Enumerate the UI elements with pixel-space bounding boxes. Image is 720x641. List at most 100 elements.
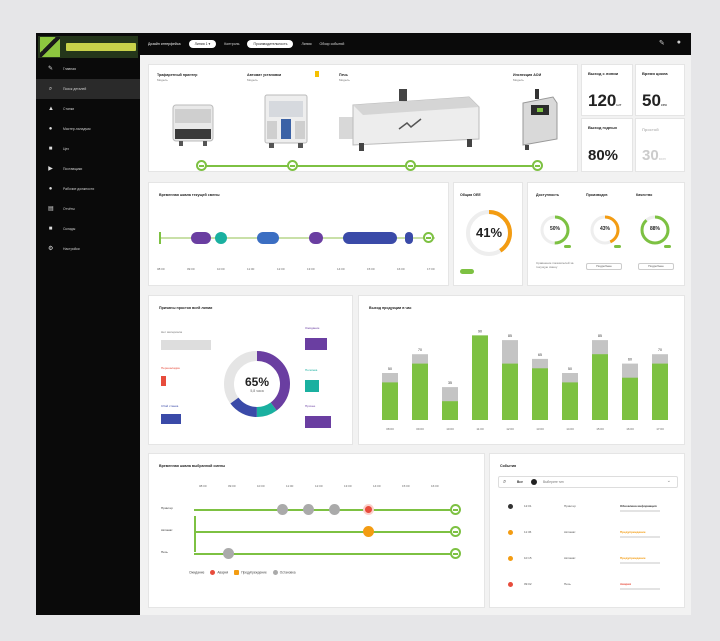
reflow-oven-image[interactable] bbox=[339, 87, 484, 153]
idle-event-icon[interactable] bbox=[277, 504, 288, 515]
row-end-icon[interactable] bbox=[450, 504, 461, 515]
timeline-tick: 12:00 bbox=[315, 484, 323, 488]
alarm-event-icon[interactable] bbox=[363, 504, 374, 515]
bar-data-label: 50 bbox=[388, 367, 392, 371]
notification-bell-icon[interactable]: ● bbox=[677, 39, 681, 47]
stat-downtime-card[interactable]: Простой 30мин bbox=[635, 118, 685, 172]
stat-output-card[interactable]: Выход с линии 120шт bbox=[581, 64, 633, 116]
row-track bbox=[194, 509, 456, 511]
event-row[interactable]: 12:01 Принтер Обновлена информация bbox=[502, 500, 678, 520]
x-tick-label: 17:00 bbox=[656, 427, 664, 431]
top-tab[interactable]: Линия bbox=[301, 42, 311, 46]
sidebar-item[interactable]: ⌕ Поиск деталей bbox=[36, 79, 140, 99]
stat-yield-card[interactable]: Выход годных 80% bbox=[581, 118, 633, 172]
top-tab[interactable]: Линия 1 ▾ bbox=[188, 40, 217, 48]
sidebar-item[interactable]: ■ Склады bbox=[36, 219, 140, 239]
row-end-icon[interactable] bbox=[450, 526, 461, 537]
search-icon[interactable]: ⌕ bbox=[503, 479, 506, 486]
timeline-end-icon[interactable] bbox=[423, 232, 434, 243]
company-logo[interactable] bbox=[38, 36, 138, 58]
stat-output-label: Выход с линии bbox=[588, 71, 619, 76]
event-row[interactable]: 09:02 Печь Авария bbox=[502, 578, 678, 598]
station-4-status-icon[interactable] bbox=[532, 160, 543, 171]
filter-type-icon[interactable] bbox=[531, 479, 537, 485]
machine-4-name: Инспекция АОИ bbox=[513, 73, 542, 77]
stat-cycle-card[interactable]: Время цикла 50сек bbox=[635, 64, 685, 116]
top-tab[interactable]: Обзор событий bbox=[319, 42, 344, 46]
event-row[interactable]: 10:15 Автомат Предупреждение bbox=[502, 552, 678, 572]
x-tick-label: 09:00 bbox=[416, 427, 424, 431]
downtime-bar bbox=[305, 380, 319, 392]
sidebar-item[interactable]: ▶ Поставщики bbox=[36, 159, 140, 179]
gauge-status-chip bbox=[614, 245, 621, 248]
bar-data-label: 70 bbox=[418, 348, 422, 352]
idle-event-icon[interactable] bbox=[329, 504, 340, 515]
sidebar-item[interactable]: ▤ Отчёты bbox=[36, 199, 140, 219]
top-tab[interactable]: Контроль bbox=[224, 42, 239, 46]
bar-good[interactable] bbox=[412, 363, 428, 420]
details-button[interactable]: Подробнее bbox=[586, 263, 622, 270]
station-2-status-icon[interactable] bbox=[287, 160, 298, 171]
details-button[interactable]: Подробнее bbox=[638, 263, 674, 270]
gauge-status-chip bbox=[564, 245, 571, 248]
dashboard-window: ✎ Главная ⌕ Поиск деталей ▲ Станки ● Мастер-нал… bbox=[36, 33, 691, 615]
logo-wordmark bbox=[66, 43, 136, 51]
bar-good[interactable] bbox=[592, 354, 608, 420]
timeline-tick: 13:00 bbox=[307, 267, 315, 271]
timeline-tick: 10:00 bbox=[217, 267, 225, 271]
top-tab[interactable]: Производительность bbox=[247, 40, 294, 48]
hourly-output-chart[interactable]: 50 08:00 70 09:00 35 10:00 90 11:00 85 12:00 65 13:… bbox=[359, 296, 686, 446]
station-3-status-icon[interactable] bbox=[405, 160, 416, 171]
sidebar-item[interactable]: ⚙ Настройки bbox=[36, 239, 140, 259]
factory-icon: ▲ bbox=[48, 105, 54, 112]
timeline-segment[interactable] bbox=[257, 232, 279, 244]
sidebar-item[interactable]: ● Мастер-наладчик bbox=[36, 119, 140, 139]
sidebar-item[interactable]: ✎ Главная bbox=[36, 59, 140, 79]
timeline-segment[interactable] bbox=[405, 232, 413, 244]
timeline-tick: 15:00 bbox=[367, 267, 375, 271]
event-source: Автомат bbox=[564, 556, 576, 560]
top-tab[interactable]: Дизайн интерфейса bbox=[148, 42, 181, 46]
bar-good[interactable] bbox=[652, 363, 668, 420]
row-end-icon[interactable] bbox=[450, 548, 461, 559]
station-1-status-icon[interactable] bbox=[196, 160, 207, 171]
timeline-segment[interactable] bbox=[191, 232, 211, 244]
bar-good[interactable] bbox=[382, 382, 398, 420]
bar-good[interactable] bbox=[562, 382, 578, 420]
stencil-printer-image[interactable] bbox=[171, 99, 215, 147]
top-bar: Дизайн интерфейса Линия 1 ▾ Контроль Произв… bbox=[140, 33, 691, 55]
filter-type[interactable]: Выберите тип bbox=[543, 480, 564, 484]
filter-all[interactable]: Все bbox=[517, 480, 523, 484]
bar-good[interactable] bbox=[472, 335, 488, 420]
bar-data-label: 70 bbox=[658, 348, 662, 352]
stat-yield-value: 80% bbox=[588, 147, 619, 164]
bar-good[interactable] bbox=[502, 363, 518, 420]
tools-icon[interactable]: ✎ bbox=[659, 39, 665, 47]
downtime-title: Причины простоя всей линии bbox=[159, 306, 213, 310]
timeline-segment[interactable] bbox=[343, 232, 397, 244]
warning-event-icon[interactable] bbox=[363, 526, 374, 537]
bar-data-label: 65 bbox=[538, 353, 542, 357]
x-tick-label: 13:00 bbox=[536, 427, 544, 431]
event-row[interactable]: 11:36 Автомат Предупреждение bbox=[502, 526, 678, 546]
legend-stop-icon bbox=[272, 570, 278, 575]
gauge-note: Сравнение показателей за текущую смену bbox=[536, 261, 574, 269]
row-label-oven: Печь bbox=[161, 550, 168, 554]
idle-event-icon[interactable] bbox=[223, 548, 234, 559]
aoi-inspection-image[interactable] bbox=[517, 89, 561, 151]
timeline-segment[interactable] bbox=[309, 232, 323, 244]
gauge-value: 50% bbox=[549, 226, 560, 232]
bar-good[interactable] bbox=[532, 368, 548, 420]
events-filter-bar[interactable]: ⌕ Все Выберите тип ⌄ bbox=[498, 476, 678, 488]
timeline-segment[interactable] bbox=[215, 232, 227, 244]
sidebar-item[interactable]: ▲ Станки bbox=[36, 99, 140, 119]
bar-good[interactable] bbox=[442, 401, 458, 420]
bar-good[interactable] bbox=[622, 377, 638, 420]
chevron-down-icon[interactable]: ⌄ bbox=[667, 478, 671, 484]
pick-and-place-image[interactable] bbox=[261, 91, 311, 149]
idle-event-icon[interactable] bbox=[303, 504, 314, 515]
sidebar-item[interactable]: ■ Цех bbox=[36, 139, 140, 159]
machine-3-name: Печь bbox=[339, 73, 348, 77]
sidebar-item[interactable]: ● Рабочие должности bbox=[36, 179, 140, 199]
events-card: События ⌕ Все Выберите тип ⌄ 12:01 Принте… bbox=[489, 453, 685, 608]
